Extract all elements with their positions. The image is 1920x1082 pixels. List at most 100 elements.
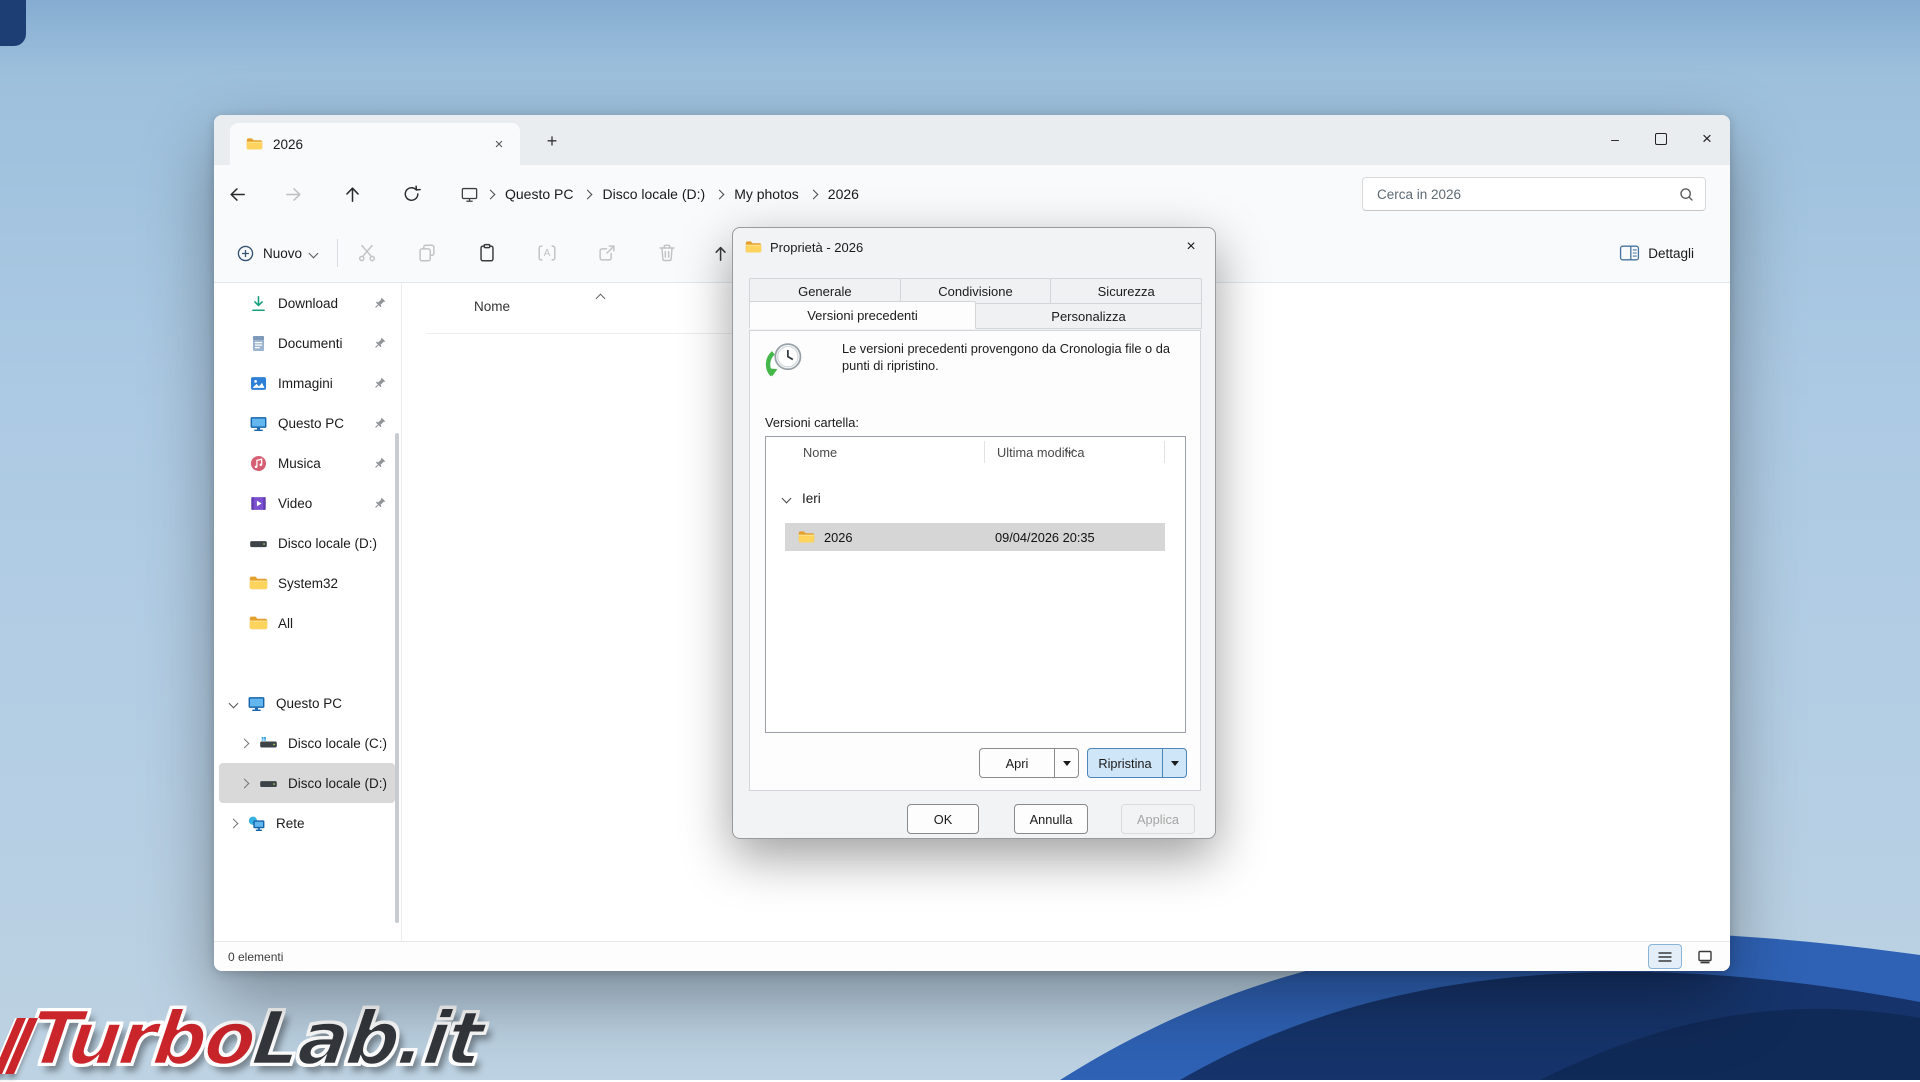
cut-icon — [356, 242, 378, 264]
details-pane-icon — [1619, 244, 1640, 262]
back-button[interactable] — [221, 178, 253, 210]
search-input[interactable] — [1375, 186, 1678, 203]
wallpaper-bloom-corner — [0, 0, 26, 46]
breadcrumb-item[interactable]: 2026 — [819, 182, 868, 206]
triangle-down-icon — [1171, 761, 1179, 770]
sidebar-item-system32[interactable]: System32 — [219, 563, 395, 603]
column-divider[interactable] — [1164, 441, 1165, 463]
breadcrumb-separator — [485, 191, 496, 198]
list-view-icon — [1657, 950, 1673, 964]
dialog-close-button[interactable]: × — [1177, 235, 1205, 259]
close-button[interactable]: × — [1684, 115, 1730, 163]
cut-button[interactable] — [347, 235, 387, 271]
triangle-down-icon — [1063, 761, 1071, 770]
chevron-right-icon[interactable] — [237, 740, 253, 747]
breadcrumb-item[interactable]: Disco locale (D:) — [593, 182, 714, 206]
ok-button[interactable]: OK — [907, 804, 979, 834]
document-icon — [249, 334, 268, 353]
sidebar-tree-disco-c[interactable]: Disco locale (C:) — [219, 723, 395, 763]
dialog-title: Proprietà - 2026 — [770, 240, 863, 255]
open-dropdown-arrow[interactable] — [1054, 749, 1078, 777]
details-view-button[interactable]: Dettagli — [1609, 235, 1704, 271]
search-box[interactable] — [1362, 177, 1706, 211]
thumbnail-view-toggle[interactable] — [1688, 944, 1722, 969]
paste-button[interactable] — [467, 235, 507, 271]
dialog-titlebar[interactable]: Proprietà - 2026 — [733, 228, 1215, 266]
sidebar: Download Documenti Immagini Questo PC — [214, 283, 402, 941]
share-button[interactable] — [587, 235, 627, 271]
sidebar-tree-questo-pc[interactable]: Questo PC — [219, 683, 395, 723]
sidebar-scrollbar[interactable] — [395, 433, 399, 923]
sidebar-tree-disco-d[interactable]: Disco locale (D:) — [219, 763, 395, 803]
restore-button-label[interactable]: Ripristina — [1088, 749, 1162, 777]
watermark-turbo: Turbo — [24, 996, 260, 1082]
sort-icon — [712, 243, 733, 264]
tab-bar: 2026 × + – × — [214, 115, 1730, 165]
sidebar-item-musica[interactable]: Musica — [219, 443, 395, 483]
tab-close-icon[interactable]: × — [488, 133, 510, 155]
delete-button[interactable] — [647, 235, 687, 271]
column-header-nome[interactable]: Nome — [427, 283, 757, 334]
apply-button[interactable]: Applica — [1121, 804, 1195, 834]
chevron-down-icon[interactable] — [225, 700, 241, 707]
desktop-icon[interactable] — [454, 185, 485, 204]
share-icon — [596, 242, 618, 264]
item-count: 0 elementi — [228, 950, 283, 964]
version-row-2026[interactable]: 2026 09/04/2026 20:35 — [785, 523, 1165, 551]
breadcrumb-item[interactable]: My photos — [725, 182, 808, 206]
previous-versions-clock-icon — [764, 339, 806, 386]
tab-personalizza[interactable]: Personalizza — [975, 303, 1202, 329]
forward-icon — [283, 184, 304, 205]
svg-text:A: A — [544, 248, 551, 259]
pin-icon — [372, 416, 387, 431]
sidebar-item-immagini[interactable]: Immagini — [219, 363, 395, 403]
sidebar-item-download[interactable]: Download — [219, 283, 395, 323]
chevron-right-icon[interactable] — [237, 780, 253, 787]
copy-button[interactable] — [407, 235, 447, 271]
pin-icon — [372, 496, 387, 511]
maximize-button[interactable] — [1638, 115, 1684, 163]
turbolab-watermark: TurboLab.it — [0, 996, 487, 1082]
cancel-button[interactable]: Annulla — [1014, 804, 1088, 834]
column-nome[interactable]: Nome — [803, 445, 837, 460]
pictures-icon — [249, 374, 268, 393]
new-button-label: Nuovo — [263, 246, 302, 261]
versions-listbox[interactable]: Nome Ultima modifica Ieri 2026 09/04/202… — [765, 436, 1186, 733]
restore-dropdown-arrow[interactable] — [1162, 749, 1186, 777]
status-bar: 0 elementi — [214, 941, 1730, 971]
chevron-down-icon[interactable] — [778, 495, 794, 502]
column-divider[interactable] — [984, 441, 985, 463]
refresh-button[interactable] — [396, 178, 428, 210]
open-split-button[interactable]: Apri — [979, 748, 1079, 778]
column-ultima-modifica[interactable]: Ultima modifica — [997, 445, 1084, 460]
chevron-right-icon[interactable] — [225, 820, 241, 827]
folder-icon — [249, 575, 268, 591]
group-ieri[interactable]: Ieri — [778, 491, 821, 506]
sidebar-tree-rete[interactable]: Rete — [219, 803, 395, 843]
restore-split-button[interactable]: Ripristina — [1087, 748, 1187, 778]
tab-versioni-precedenti[interactable]: Versioni precedenti — [749, 301, 976, 329]
video-icon — [249, 494, 268, 513]
sidebar-item-disco-d[interactable]: Disco locale (D:) — [219, 523, 395, 563]
tab-sicurezza[interactable]: Sicurezza — [1050, 278, 1202, 304]
folder-icon — [246, 137, 263, 151]
rename-button[interactable]: A — [527, 235, 567, 271]
this-pc-icon — [249, 414, 268, 433]
dialog-tab-strip: Generale Condivisione Sicurezza Versioni… — [749, 278, 1201, 329]
pin-icon — [372, 456, 387, 471]
new-button[interactable]: Nuovo — [224, 235, 329, 271]
sidebar-item-all[interactable]: All — [219, 603, 395, 643]
sidebar-item-video[interactable]: Video — [219, 483, 395, 523]
up-button[interactable] — [336, 178, 368, 210]
explorer-tab[interactable]: 2026 × — [230, 123, 520, 165]
forward-button[interactable] — [277, 178, 309, 210]
new-tab-button[interactable]: + — [538, 127, 566, 155]
open-button-label[interactable]: Apri — [980, 749, 1054, 777]
sidebar-item-questo-pc[interactable]: Questo PC — [219, 403, 395, 443]
details-view-toggle[interactable] — [1648, 944, 1682, 969]
sidebar-item-documenti[interactable]: Documenti — [219, 323, 395, 363]
pin-icon — [372, 296, 387, 311]
minimize-button[interactable]: – — [1592, 115, 1638, 163]
music-icon — [249, 454, 268, 473]
breadcrumb-item[interactable]: Questo PC — [496, 182, 582, 206]
